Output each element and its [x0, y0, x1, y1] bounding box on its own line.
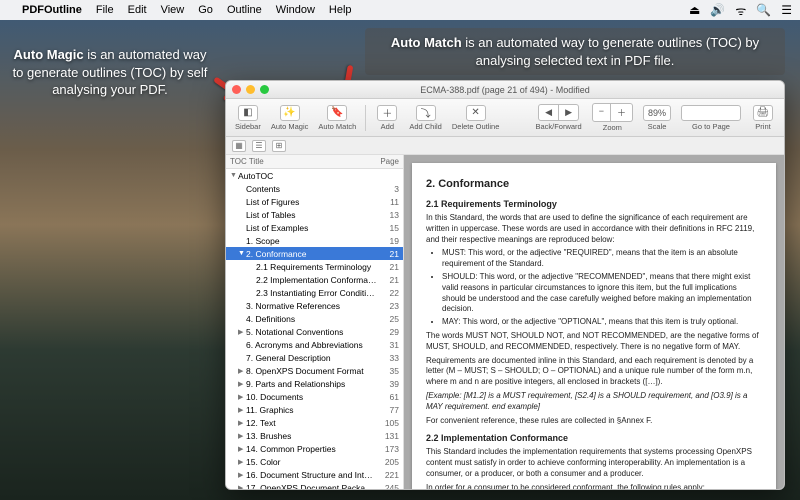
mac-menubar: PDFOutline File Edit View Go Outline Win…	[0, 0, 800, 20]
app-window: ECMA-388.pdf (page 21 of 494) - Modified…	[225, 80, 785, 490]
toc-row[interactable]: 3. Normative References23	[226, 299, 403, 312]
heading-2-2: 2.2 Implementation Conformance	[426, 432, 762, 444]
window-title: ECMA-388.pdf (page 21 of 494) - Modified	[420, 85, 590, 95]
toolbar: ◧Sidebar ✨Auto Magic 🔖Auto Match ＋Add ⤵A…	[226, 99, 784, 137]
menu-window[interactable]: Window	[276, 4, 315, 16]
menu-icon[interactable]: ☰	[781, 3, 792, 17]
toc-row[interactable]: ▼AutoTOC	[226, 169, 403, 182]
menu-help[interactable]: Help	[329, 4, 352, 16]
toc-panel: TOC Title Page ▼AutoTOCContents3List of …	[226, 155, 404, 489]
automagic-button[interactable]: ✨Auto Magic	[268, 103, 312, 133]
toc-row[interactable]: ▶8. OpenXPS Document Format35	[226, 364, 403, 377]
toc-row[interactable]: 2.2 Implementation Conformance21	[226, 273, 403, 286]
zoom-button[interactable]: −＋ Zoom	[589, 101, 636, 134]
airplay-icon[interactable]: ⏏	[689, 3, 700, 17]
toc-row[interactable]: 7. General Description33	[226, 351, 403, 364]
volume-icon[interactable]: 🔊	[710, 3, 725, 17]
minimize-icon[interactable]	[246, 85, 255, 94]
deleteoutline-button[interactable]: ✕Delete Outline	[449, 103, 503, 133]
toc-row[interactable]: ▶16. Document Structure and Interactivit…	[226, 468, 403, 481]
toc-row[interactable]: ▶9. Parts and Relationships39	[226, 377, 403, 390]
add-button[interactable]: ＋Add	[372, 103, 402, 133]
addchild-button[interactable]: ⤵Add Child	[406, 103, 445, 133]
view-outline-icon[interactable]: ☰	[252, 140, 266, 152]
menu-view[interactable]: View	[161, 4, 185, 16]
view-thumbs-icon[interactable]: ▦	[232, 140, 246, 152]
toc-row[interactable]: List of Tables13	[226, 208, 403, 221]
callout-automagic: Auto Magic is an automated way to genera…	[10, 46, 210, 99]
toc-row[interactable]: List of Figures11	[226, 195, 403, 208]
backforward-button[interactable]: ◀▶ Back/Forward	[532, 102, 584, 133]
view-subbar: ▦ ☰ ⊞	[226, 137, 784, 155]
toc-row[interactable]: ▶14. Common Properties173	[226, 442, 403, 455]
sidebar-button[interactable]: ◧Sidebar	[232, 103, 264, 133]
gotopage-field[interactable]: Go to Page	[678, 103, 744, 133]
toc-row[interactable]: 4. Definitions25	[226, 312, 403, 325]
toc-row[interactable]: ▶12. Text105	[226, 416, 403, 429]
wifi-icon[interactable]: ᯤ	[735, 2, 746, 19]
menu-outline[interactable]: Outline	[227, 4, 262, 16]
automatch-button[interactable]: 🔖Auto Match	[315, 103, 359, 133]
toc-row[interactable]: ▶11. Graphics77	[226, 403, 403, 416]
search-icon[interactable]: 🔍	[756, 3, 771, 17]
toc-row[interactable]: ▶17. OpenXPS Document Package Features24…	[226, 481, 403, 489]
callout-automatch: Auto Match is an automated way to genera…	[365, 28, 785, 75]
menu-file[interactable]: File	[96, 4, 114, 16]
print-button[interactable]: 🖨Print	[748, 103, 778, 133]
toc-row[interactable]: ▶13. Brushes131	[226, 429, 403, 442]
toc-row[interactable]: List of Examples15	[226, 221, 403, 234]
toc-row[interactable]: ▶5. Notational Conventions29	[226, 325, 403, 338]
close-icon[interactable]	[232, 85, 241, 94]
toc-row[interactable]: Contents3	[226, 182, 403, 195]
maximize-icon[interactable]	[260, 85, 269, 94]
toc-row[interactable]: ▶15. Color205	[226, 455, 403, 468]
toc-header: TOC Title Page	[226, 155, 403, 169]
toc-row[interactable]: 6. Acronyms and Abbreviations31	[226, 338, 403, 351]
menu-go[interactable]: Go	[198, 4, 213, 16]
heading-conformance: 2. Conformance	[426, 177, 762, 192]
scale-field[interactable]: 89% Scale	[640, 103, 674, 133]
toc-row[interactable]: 2.3 Instantiating Error Conditions22	[226, 286, 403, 299]
view-grid-icon[interactable]: ⊞	[272, 140, 286, 152]
menu-app-name[interactable]: PDFOutline	[22, 4, 82, 16]
toc-row[interactable]: ▶10. Documents61	[226, 390, 403, 403]
menu-edit[interactable]: Edit	[128, 4, 147, 16]
pdf-page: 2. Conformance 2.1 Requirements Terminol…	[412, 163, 776, 489]
toc-row[interactable]: 2.1 Requirements Terminology21	[226, 260, 403, 273]
toc-row[interactable]: ▼2. Conformance21	[226, 247, 403, 260]
document-view[interactable]: 2. Conformance 2.1 Requirements Terminol…	[404, 155, 784, 489]
window-titlebar: ECMA-388.pdf (page 21 of 494) - Modified	[226, 81, 784, 99]
toc-row[interactable]: 1. Scope19	[226, 234, 403, 247]
heading-2-1: 2.1 Requirements Terminology	[426, 198, 762, 210]
